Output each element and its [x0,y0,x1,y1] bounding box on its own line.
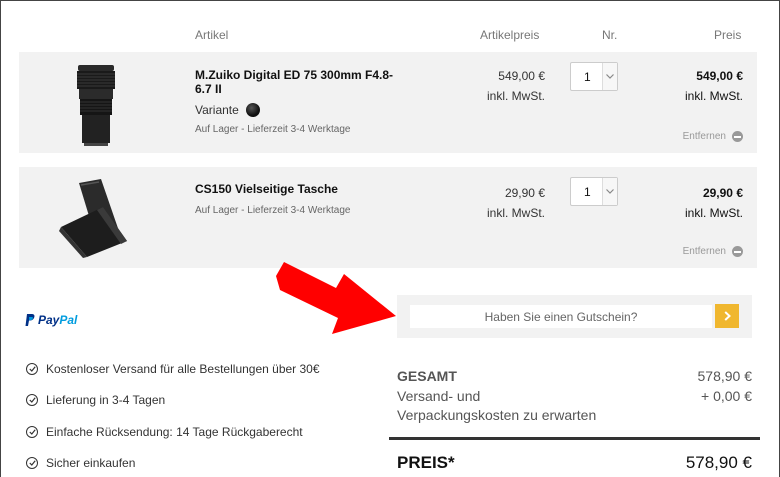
list-item: Sicher einkaufen [26,448,320,477]
quantity-select[interactable]: 1 [570,62,618,91]
shipping-label-line2: Verpackungskosten zu erwarten [397,407,597,423]
check-circle-icon [26,425,38,438]
quantity-select[interactable]: 1 [570,177,618,206]
lens-product-image[interactable] [74,63,118,147]
shipping-value: + 0,00 € [701,388,752,404]
line-total-value: 29,90 € [702,186,743,200]
total-row: PREIS* 578,90 € [397,453,752,473]
chevron-right-icon [724,311,731,321]
subtotal-row: GESAMT 578,90 € [397,368,752,384]
total-label: PREIS* [397,453,455,472]
unit-price-value: 29,90 € [504,186,545,200]
variant-color-swatch[interactable] [245,103,260,117]
check-circle-icon [26,362,38,375]
minus-circle-icon [732,246,743,257]
cart-item-row: CS150 Vielseitige Tasche Auf Lager - Lie… [19,167,757,268]
unit-price-value: 549,00 € [498,69,545,83]
cart-item-row: M.Zuiko Digital ED 75 300mm F4.8-6.7 II … [19,52,757,153]
shipping-label-line1: Versand- und [397,388,481,404]
product-name[interactable]: CS150 Vielseitige Tasche [195,182,405,196]
remove-label: Entfernen [682,246,726,257]
header-unit-price: Artikelpreis [480,28,540,42]
shipping-row: Versand- und Verpackungskosten zu erwart… [397,387,752,425]
summary-divider [389,437,760,440]
coupon-input[interactable] [410,305,712,328]
benefit-text: Lieferung in 3-4 Tagen [46,393,166,408]
red-arrow-annotation [276,262,396,334]
line-total-value: 549,00 € [696,69,743,83]
unit-price-tax-note: inkl. MwSt. [486,89,545,103]
stock-status: Auf Lager - Lieferzeit 3-4 Werktage [195,205,351,216]
line-total: 29,90 € inkl. MwSt. [685,183,743,223]
list-item: Lieferung in 3-4 Tagen [26,385,320,417]
benefit-text: Sicher einkaufen [46,456,136,471]
coupon-box [397,295,752,338]
remove-label: Entfernen [682,131,726,142]
coupon-submit-button[interactable] [715,304,739,328]
line-total-tax-note: inkl. MwSt. [684,89,743,103]
benefits-list: Kostenloser Versand für alle Bestellunge… [26,353,320,477]
variant-label: Variante [195,103,239,117]
subtotal-value: 578,90 € [697,368,753,384]
list-item: Einfache Rücksendung: 14 Tage Rückgabere… [26,416,320,448]
check-circle-icon [26,457,38,470]
paypal-icon [25,314,35,326]
header-article: Artikel [195,28,229,42]
subtotal-label: GESAMT [397,368,457,384]
benefit-text: Einfache Rücksendung: 14 Tage Rückgabere… [46,424,303,439]
line-total: 549,00 € inkl. MwSt. [685,66,743,106]
product-name[interactable]: M.Zuiko Digital ED 75 300mm F4.8-6.7 II [195,68,405,96]
chevron-down-icon[interactable] [602,178,617,205]
total-value: 578,90 € [685,453,752,472]
benefit-text: Kostenloser Versand für alle Bestellunge… [46,361,320,376]
paypal-logo: PayPal [25,313,77,327]
paypal-text-pal: Pal [59,313,78,327]
list-item: Kostenloser Versand für alle Bestellunge… [26,353,320,385]
stock-status: Auf Lager - Lieferzeit 3-4 Werktage [195,124,351,135]
remove-button[interactable]: Entfernen [683,131,743,142]
unit-price: 29,90 € inkl. MwSt. [487,183,545,223]
header-total: Preis [714,28,742,42]
quantity-value: 1 [584,185,591,199]
product-variant: Variante [195,103,260,117]
remove-button[interactable]: Entfernen [683,246,743,257]
unit-price-tax-note: inkl. MwSt. [486,206,545,220]
header-quantity: Nr. [602,28,618,42]
paypal-text-pay: Pay [38,313,60,327]
shipping-label: Versand- und Verpackungskosten zu erwart… [397,387,596,425]
minus-circle-icon [732,131,743,142]
line-total-tax-note: inkl. MwSt. [684,206,743,220]
case-product-image[interactable] [57,177,137,259]
quantity-value: 1 [584,70,591,84]
unit-price: 549,00 € inkl. MwSt. [487,66,545,106]
check-circle-icon [26,394,38,407]
chevron-down-icon[interactable] [602,63,617,90]
